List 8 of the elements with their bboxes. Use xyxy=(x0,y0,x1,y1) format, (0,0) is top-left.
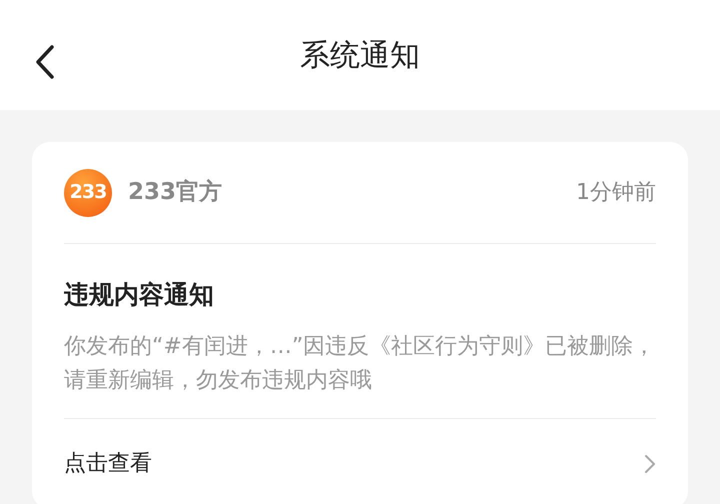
notification-title: 违规内容通知 xyxy=(64,279,215,311)
timestamp: 1分钟前 xyxy=(576,179,656,207)
chevron-right-icon xyxy=(644,454,656,474)
sender-logo: 233 xyxy=(64,168,112,216)
sender-name: 233官方 xyxy=(128,178,222,208)
page-title: 系统通知 xyxy=(300,36,420,74)
notification-message: 你发布的“#有闰进，…”因违反《社区行为守则》已被删除，请重新编辑，勿发布违规内容哦 xyxy=(64,332,656,394)
view-link[interactable]: 点击查看 xyxy=(64,447,152,480)
